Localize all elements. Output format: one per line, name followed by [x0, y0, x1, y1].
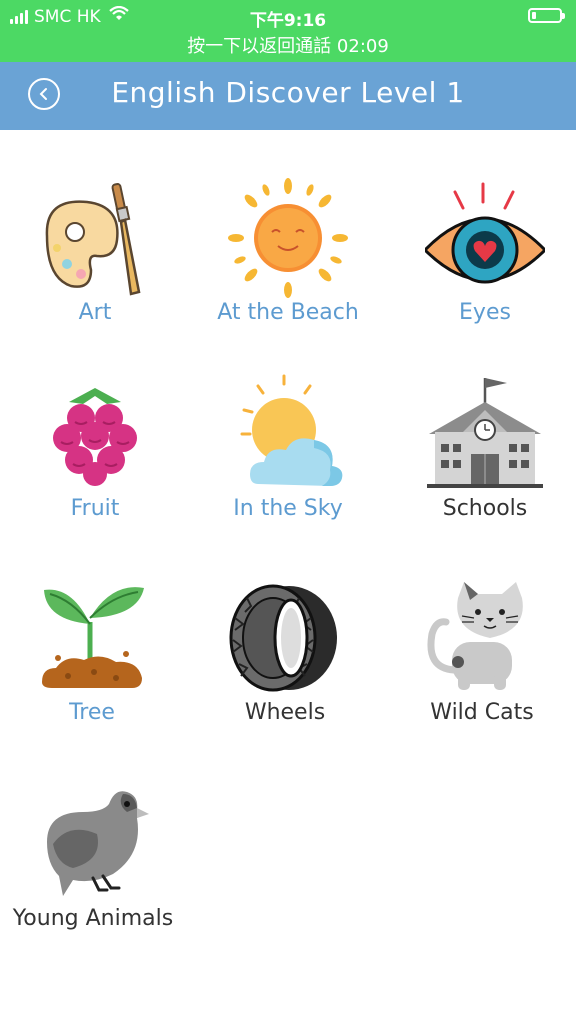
sun-cloud-icon: [240, 374, 343, 486]
topic-fruit[interactable]: Fruit: [0, 374, 190, 554]
cat-icon: [427, 582, 523, 690]
page-title: English Discover Level 1: [111, 76, 465, 109]
topic-in-the-sky[interactable]: In the Sky: [193, 374, 383, 554]
topic-art[interactable]: Art: [0, 178, 190, 358]
topic-schools[interactable]: Schools: [390, 374, 576, 554]
eye-icon: [425, 182, 545, 284]
topic-eyes[interactable]: Eyes: [390, 178, 576, 358]
topic-label: Young Animals: [12, 906, 174, 931]
topic-label: Fruit: [70, 496, 120, 521]
sprout-icon: [42, 587, 144, 688]
return-to-call-banner[interactable]: 按一下以返回通話 02:09: [0, 32, 576, 58]
topic-label: In the Sky: [233, 496, 343, 521]
topic-label: At the Beach: [217, 300, 359, 325]
topic-label: Tree: [69, 700, 115, 725]
palette-icon: [45, 183, 141, 296]
topic-tree[interactable]: Tree: [0, 578, 187, 758]
battery-icon: [528, 8, 565, 23]
topic-young-animals[interactable]: Young Animals: [0, 784, 188, 964]
bird-icon: [47, 791, 149, 896]
topic-at-the-beach[interactable]: At the Beach: [193, 178, 383, 358]
topic-label: Schools: [442, 496, 528, 521]
school-icon: [427, 378, 543, 488]
topic-label: Eyes: [459, 300, 511, 325]
topic-label: Wheels: [244, 700, 326, 725]
topic-wild-cats[interactable]: Wild Cats: [387, 578, 576, 758]
raspberry-icon: [53, 388, 137, 486]
clock: 下午9:16: [249, 11, 327, 31]
tire-icon: [229, 584, 337, 692]
topic-label: Art: [78, 300, 112, 325]
topic-label: Wild Cats: [430, 700, 534, 725]
topic-wheels[interactable]: Wheels: [190, 578, 380, 758]
sun-icon: [228, 178, 348, 298]
topic-grid: Art At the Beach Eyes Fruit In the Sky S…: [0, 130, 576, 1024]
status-bar: SMC HK 下午9:16 按一下以返回通話 02:09: [0, 0, 576, 62]
nav-bar: English Discover Level 1: [0, 62, 576, 130]
